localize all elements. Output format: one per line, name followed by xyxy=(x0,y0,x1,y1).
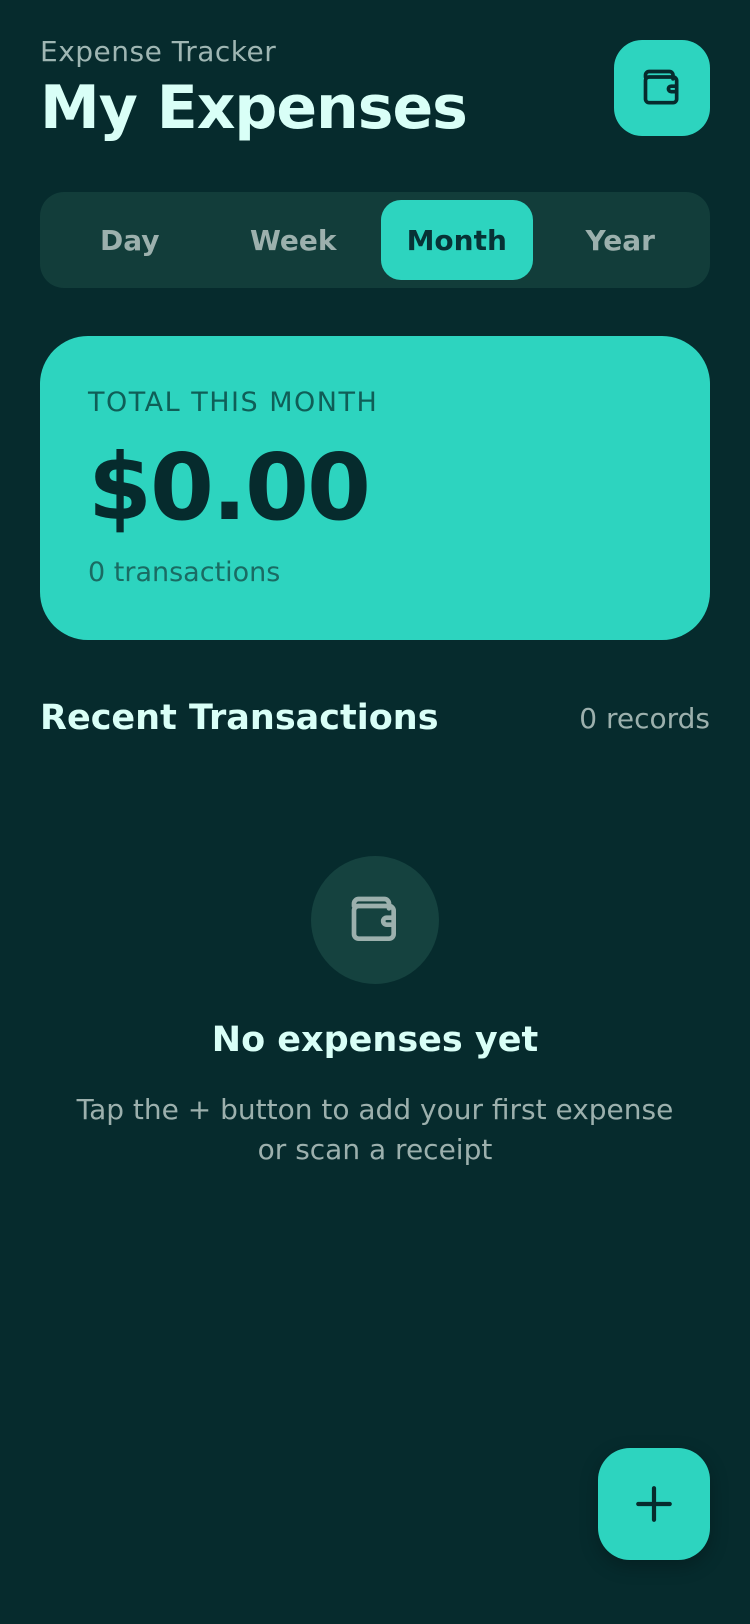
wallet-icon xyxy=(643,69,679,105)
empty-state: No expenses yet Tap the + button to add … xyxy=(40,856,710,1170)
page-title: My Expenses xyxy=(40,73,468,143)
recent-transactions-header: Recent Transactions 0 records xyxy=(40,694,710,742)
monthly-total-card: TOTAL THIS MONTH $0.00 0 transactions xyxy=(40,336,710,640)
expense-tracker-screen: Expense Tracker My Expenses Day Week Mon… xyxy=(0,0,750,1624)
empty-description: Tap the + button to add your first expen… xyxy=(76,1093,674,1166)
wallet-icon xyxy=(351,896,396,941)
transaction-count: 0 transactions xyxy=(88,557,281,588)
wallet-button[interactable] xyxy=(614,40,710,136)
empty-icon-container xyxy=(311,856,439,984)
tab-day[interactable]: Day xyxy=(54,200,206,280)
add-expense-button[interactable] xyxy=(598,1448,710,1560)
total-amount: $0.00 xyxy=(88,434,371,541)
tab-week[interactable]: Week xyxy=(218,200,370,280)
app-subtitle: Expense Tracker xyxy=(40,35,277,68)
plus-icon xyxy=(636,1486,672,1522)
section-title: Recent Transactions xyxy=(40,698,439,738)
tab-year[interactable]: Year xyxy=(545,200,697,280)
period-segmented-control: Day Week Month Year xyxy=(40,192,710,288)
tab-month[interactable]: Month xyxy=(381,200,533,280)
summary-label: TOTAL THIS MONTH xyxy=(88,387,379,418)
empty-title: No expenses yet xyxy=(211,1020,539,1060)
header: Expense Tracker My Expenses xyxy=(40,34,710,154)
records-count: 0 records xyxy=(579,701,710,735)
